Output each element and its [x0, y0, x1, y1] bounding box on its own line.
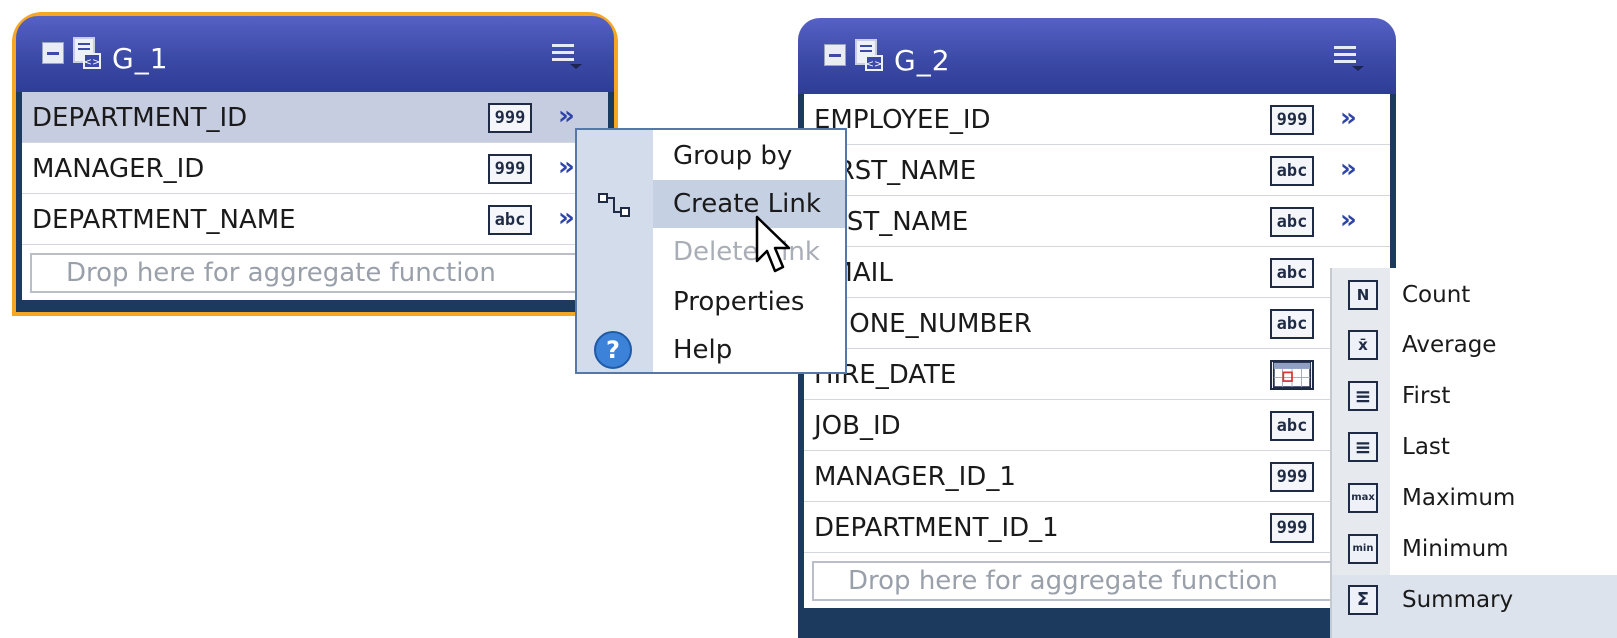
aggregate-summary[interactable]: Σ Summary [1332, 575, 1617, 638]
column-row[interactable]: MANAGER_ID_1 999 [804, 451, 1390, 502]
aggregate-drop-zone[interactable]: Drop here for aggregate function [812, 561, 1382, 601]
context-menu: Group by Create Link Delete Link Propert… [575, 128, 847, 374]
last-icon: ≡ [1348, 432, 1378, 462]
aggregate-label: Maximum [1402, 485, 1516, 511]
column-row[interactable]: FIRST_NAME abc » [804, 145, 1390, 196]
aggregate-label: Count [1402, 282, 1471, 308]
aggregate-average[interactable]: x̄ Average [1332, 320, 1617, 370]
data-group-icon: <> [855, 39, 883, 71]
aggregate-label: First [1402, 383, 1451, 409]
text-type-icon: abc [1270, 411, 1314, 441]
column-name: DEPARTMENT_NAME [32, 205, 296, 235]
group-body: EMPLOYEE_ID 999 » FIRST_NAME abc » LAST_… [804, 94, 1390, 608]
aggregate-minimum[interactable]: min Minimum [1332, 524, 1617, 574]
column-name: MANAGER_ID [32, 154, 205, 184]
group-menu-icon[interactable] [1330, 44, 1368, 72]
menu-item-create-link[interactable]: Create Link [653, 180, 845, 228]
date-type-icon [1270, 360, 1314, 390]
group-menu-icon[interactable] [548, 42, 586, 70]
aggregate-first[interactable]: ≡ First [1332, 371, 1617, 421]
expand-chevron-icon[interactable]: » [558, 101, 575, 131]
column-row[interactable]: JOB_ID abc [804, 400, 1390, 451]
column-name: DEPARTMENT_ID [32, 103, 248, 133]
maximum-icon: max [1348, 483, 1378, 513]
column-row[interactable]: DEPARTMENT_ID 999 » [22, 92, 608, 143]
aggregate-drop-row: Drop here for aggregate function [22, 245, 608, 300]
column-row[interactable]: DEPARTMENT_ID_1 999 [804, 502, 1390, 553]
count-icon: N [1348, 280, 1378, 310]
help-icon: ? [594, 331, 632, 369]
aggregate-function-menu: N Count x̄ Average ≡ First ≡ Last max Ma… [1330, 268, 1617, 638]
link-icon [598, 193, 630, 217]
column-row[interactable]: DEPARTMENT_NAME abc » [22, 194, 608, 245]
expand-chevron-icon[interactable]: » [1340, 103, 1357, 133]
text-type-icon: abc [1270, 258, 1314, 288]
group-g1[interactable]: <> G_1 DEPARTMENT_ID 999 » MANAGER_ID 99… [16, 16, 614, 312]
column-row[interactable]: PHONE_NUMBER abc [804, 298, 1390, 349]
column-row[interactable]: HIRE_DATE [804, 349, 1390, 400]
svg-text:<>: <> [866, 59, 883, 70]
number-type-icon: 999 [488, 154, 532, 184]
svg-text:<>: <> [84, 57, 101, 68]
number-type-icon: 999 [1270, 105, 1314, 135]
column-row[interactable]: MANAGER_ID 999 » [22, 143, 608, 194]
column-row[interactable]: EMPLOYEE_ID 999 » [804, 94, 1390, 145]
number-type-icon: 999 [1270, 462, 1314, 492]
aggregate-label: Minimum [1402, 536, 1509, 562]
group-g2[interactable]: <> G_2 EMPLOYEE_ID 999 » FIRST_NAME abc … [798, 18, 1396, 638]
data-group-icon: <> [73, 37, 101, 69]
first-icon: ≡ [1348, 381, 1378, 411]
group-title: G_1 [112, 42, 169, 75]
column-name: MANAGER_ID_1 [814, 462, 1016, 492]
minimum-icon: min [1348, 534, 1378, 564]
expand-chevron-icon[interactable]: » [1340, 205, 1357, 235]
menu-item-group-by[interactable]: Group by [653, 132, 845, 180]
average-icon: x̄ [1348, 330, 1378, 360]
summary-icon: Σ [1348, 585, 1378, 615]
collapse-icon[interactable] [824, 44, 846, 66]
aggregate-count[interactable]: N Count [1332, 270, 1617, 320]
group-header[interactable]: <> G_2 [798, 18, 1396, 94]
group-header[interactable]: <> G_1 [16, 16, 614, 92]
menu-item-properties[interactable]: Properties [653, 278, 845, 326]
aggregate-label: Summary [1402, 587, 1514, 613]
column-row[interactable]: LAST_NAME abc » [804, 196, 1390, 247]
svg-text:?: ? [606, 336, 620, 364]
text-type-icon: abc [1270, 309, 1314, 339]
aggregate-drop-zone[interactable]: Drop here for aggregate function [30, 253, 600, 293]
aggregate-label: Last [1402, 434, 1450, 460]
expand-chevron-icon[interactable]: » [1340, 154, 1357, 184]
column-row[interactable]: EMAIL abc [804, 247, 1390, 298]
group-body: DEPARTMENT_ID 999 » MANAGER_ID 999 » DEP… [22, 92, 608, 300]
number-type-icon: 999 [488, 103, 532, 133]
menu-item-delete-link: Delete Link [673, 237, 820, 267]
number-type-icon: 999 [1270, 513, 1314, 543]
text-type-icon: abc [488, 205, 532, 235]
aggregate-label: Average [1402, 332, 1497, 358]
column-name: JOB_ID [814, 411, 901, 441]
menu-item-help[interactable]: Help [653, 326, 845, 374]
column-name: DEPARTMENT_ID_1 [814, 513, 1059, 543]
text-type-icon: abc [1270, 207, 1314, 237]
aggregate-maximum[interactable]: max Maximum [1332, 473, 1617, 523]
mouse-cursor-icon [755, 215, 791, 273]
expand-chevron-icon[interactable]: » [558, 152, 575, 182]
text-type-icon: abc [1270, 156, 1314, 186]
collapse-icon[interactable] [42, 42, 64, 64]
aggregate-last[interactable]: ≡ Last [1332, 422, 1617, 472]
expand-chevron-icon[interactable]: » [558, 203, 575, 233]
aggregate-drop-row: Drop here for aggregate function [804, 553, 1390, 608]
group-title: G_2 [894, 44, 951, 77]
